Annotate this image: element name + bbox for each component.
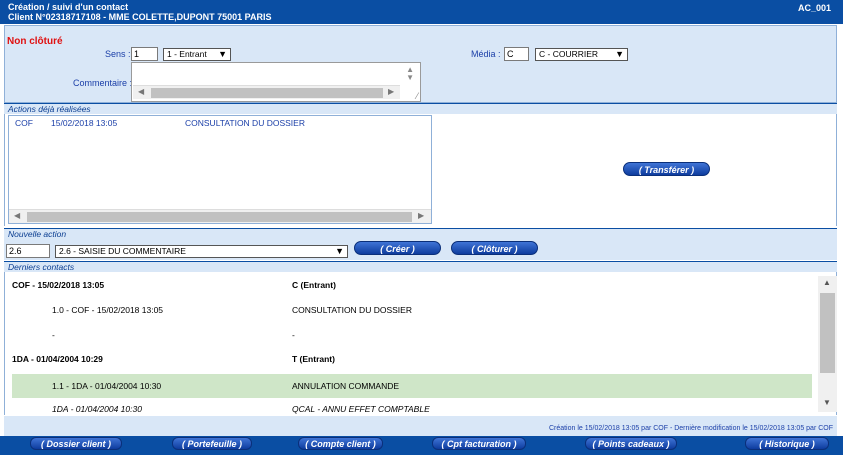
- portfolio-button[interactable]: ( Portefeuille ): [172, 437, 252, 450]
- actions-panel: COF 15/02/2018 13:05 CONSULTATION DU DOS…: [4, 114, 837, 226]
- comment-label: Commentaire :: [73, 78, 133, 88]
- bottom-bar: [0, 436, 843, 455]
- contact-detail-label: -: [52, 330, 55, 340]
- media-select[interactable]: C - COURRIER ▼: [535, 48, 628, 61]
- comment-textarea[interactable]: ◀ ▶ ▲ ▼ ⁄: [131, 62, 421, 102]
- action-date: 15/02/2018 13:05: [51, 118, 118, 128]
- gift-points-button[interactable]: ( Points cadeaux ): [585, 437, 677, 450]
- new-action-select-value: 2.6 - SAISIE DU COMMENTAIRE: [59, 246, 186, 256]
- actions-header: Actions déjà réalisées: [4, 103, 837, 114]
- actions-hscroll[interactable]: ◀ ▶: [9, 209, 431, 223]
- contacts-vscroll[interactable]: ▲ ▼: [818, 276, 837, 412]
- scroll-left-icon[interactable]: ◀: [138, 87, 144, 96]
- contact-group-direction: C (Entrant): [292, 280, 336, 290]
- sens-select-value: 1 - Entrant: [167, 49, 207, 59]
- create-button[interactable]: ( Créer ): [354, 241, 441, 255]
- chevron-down-icon: ▼: [218, 49, 227, 59]
- close-contact-button[interactable]: ( Clôturer ): [451, 241, 538, 255]
- client-info: Client N°02318717108 - MME COLETTE,DUPON…: [8, 12, 272, 22]
- new-action-select[interactable]: 2.6 - SAISIE DU COMMENTAIRE ▼: [55, 245, 348, 258]
- history-button[interactable]: ( Historique ): [745, 437, 829, 450]
- scroll-right-icon[interactable]: ▶: [418, 211, 424, 220]
- customer-account-button[interactable]: ( Compte client ): [298, 437, 383, 450]
- creation-info: Création le 15/02/2018 13:05 par COF - D…: [548, 425, 833, 432]
- contact-detail-label: 1.1 - 1DA - 01/04/2004 10:30: [52, 381, 162, 391]
- contact-detail-row[interactable]: 1.0 - COF - 15/02/2018 13:05 CONSULTATIO…: [12, 298, 812, 322]
- window-title: Création / suivi d'un contact: [8, 2, 129, 12]
- window-titlebar: Création / suivi d'un contact Client N°0…: [0, 0, 843, 24]
- contact-detail-row[interactable]: - -: [12, 323, 812, 347]
- contact-panel: Non clôturé Sens : 1 1 - Entrant ▼ Média…: [4, 25, 837, 103]
- chevron-down-icon: ▼: [615, 49, 624, 59]
- scroll-left-icon[interactable]: ◀: [14, 211, 20, 220]
- contact-detail-value: -: [292, 330, 295, 340]
- media-select-value: C - COURRIER: [539, 49, 599, 59]
- contact-detail-value: ANNULATION COMMANDE: [292, 381, 400, 391]
- media-input[interactable]: C: [504, 47, 529, 61]
- footer-bar: Création le 15/02/2018 13:05 par COF - D…: [4, 416, 837, 436]
- scroll-thumb[interactable]: [151, 88, 383, 98]
- scroll-right-icon[interactable]: ▶: [388, 87, 394, 96]
- new-action-panel: 2.6 2.6 - SAISIE DU COMMENTAIRE ▼ ( Crée…: [4, 239, 837, 260]
- action-row[interactable]: COF 15/02/2018 13:05 CONSULTATION DU DOS…: [15, 118, 425, 129]
- customer-file-button[interactable]: ( Dossier client ): [30, 437, 122, 450]
- new-action-header: Nouvelle action: [4, 228, 837, 239]
- comment-hscroll[interactable]: ◀ ▶: [133, 85, 400, 99]
- contact-detail-value: CONSULTATION DU DOSSIER: [292, 305, 412, 315]
- action-code: COF: [15, 118, 33, 128]
- contact-group-label: COF - 15/02/2018 13:05: [12, 280, 105, 290]
- status-text: Non clôturé: [7, 36, 63, 47]
- contact-group-label: 1DA - 01/04/2004 10:29: [12, 354, 103, 364]
- contact-detail-row-selected[interactable]: 1.1 - 1DA - 01/04/2004 10:30 ANNULATION …: [12, 374, 812, 398]
- billing-account-button[interactable]: ( Cpt facturation ): [432, 437, 526, 450]
- last-contacts-header: Derniers contacts: [4, 261, 837, 272]
- media-label: Média :: [471, 49, 501, 59]
- scroll-up-icon[interactable]: ▲: [823, 278, 831, 287]
- contact-group-row[interactable]: 1DA - 01/04/2004 10:29 T (Entrant): [12, 347, 812, 371]
- actions-list[interactable]: COF 15/02/2018 13:05 CONSULTATION DU DOS…: [8, 115, 432, 224]
- scroll-down-icon[interactable]: ▼: [823, 398, 831, 407]
- screen-code: AC_001: [797, 3, 831, 13]
- scroll-down-icon[interactable]: ▼: [406, 73, 414, 82]
- transfer-button[interactable]: ( Transférer ): [623, 162, 710, 176]
- contact-group-direction: T (Entrant): [292, 354, 335, 364]
- contact-detail-row[interactable]: 1DA - 01/04/2004 10:30 QCAL - ANNU EFFET…: [12, 397, 812, 417]
- new-action-code-input[interactable]: 2.6: [6, 244, 50, 258]
- sens-input[interactable]: 1: [131, 47, 158, 61]
- sens-select[interactable]: 1 - Entrant ▼: [163, 48, 231, 61]
- chevron-down-icon: ▼: [335, 246, 344, 256]
- contact-detail-label: 1.0 - COF - 15/02/2018 13:05: [52, 305, 164, 315]
- action-label: CONSULTATION DU DOSSIER: [185, 118, 305, 128]
- resize-grip-icon[interactable]: ⁄: [416, 91, 418, 101]
- sens-label: Sens :: [105, 49, 131, 59]
- scroll-thumb[interactable]: [820, 293, 835, 373]
- scroll-thumb[interactable]: [27, 212, 412, 222]
- contact-group-row[interactable]: COF - 15/02/2018 13:05 C (Entrant): [12, 273, 812, 297]
